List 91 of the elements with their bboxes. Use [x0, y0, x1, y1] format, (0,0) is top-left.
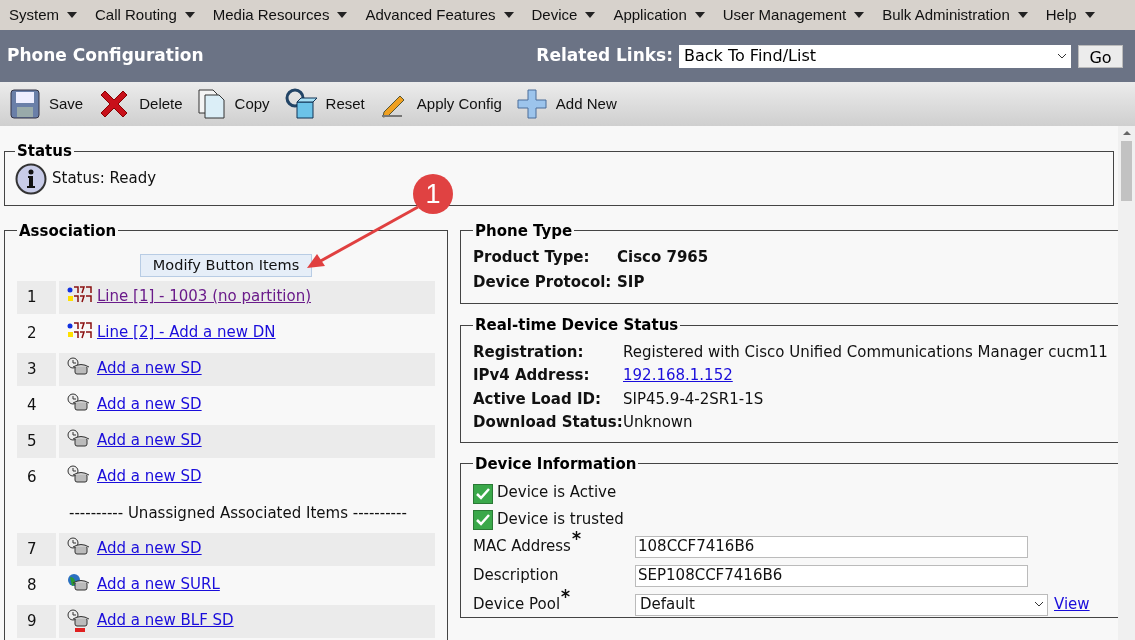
toolbar-button[interactable]: Add New: [516, 89, 617, 119]
item-link[interactable]: Add a new SD: [97, 465, 202, 488]
toolbar-button[interactable]: Apply Config: [379, 90, 502, 118]
item-link[interactable]: Add a new SD: [97, 357, 202, 380]
view-link[interactable]: View: [1054, 593, 1090, 616]
related-links-label: Related Links:: [536, 44, 673, 68]
caret-icon: [585, 12, 596, 18]
item-link[interactable]: Line [1] - 1003 (no partition): [97, 285, 311, 308]
item-link[interactable]: Add a new BLF SD: [97, 609, 234, 632]
item-number: 6: [26, 467, 38, 488]
section-legend: Real-time Device Status: [473, 314, 681, 337]
menu-item[interactable]: Advanced Features: [365, 3, 514, 27]
section-legend: Phone Type: [473, 219, 575, 242]
toolbar-button[interactable]: Copy: [197, 89, 270, 119]
related-links-dropdown[interactable]: Back To Find/List: [679, 44, 1071, 68]
item-number: 4: [26, 395, 38, 416]
item-link[interactable]: Add a new SURL: [97, 573, 220, 596]
field-label: IPv4 Address:: [473, 365, 591, 386]
menu-item[interactable]: Media Resources: [212, 3, 348, 27]
menu-item[interactable]: Help: [1045, 3, 1095, 27]
toolbar-button[interactable]: Save: [10, 89, 84, 119]
go-button[interactable]: Go: [1078, 44, 1123, 68]
scrollbar-thumb[interactable]: [1121, 141, 1132, 201]
item-link[interactable]: Add a new SD: [97, 429, 202, 452]
item-number: 3: [17, 353, 56, 386]
chevron-down-icon: [1035, 602, 1043, 607]
field-label: Device Pool: [473, 594, 561, 616]
field-value: Registered with Cisco Unified Communications Manager cucm11: [623, 341, 1108, 363]
caret-icon: [694, 12, 705, 18]
item-number: 2: [26, 323, 38, 344]
section-separator: ---------- Unassigned Associated Items ----------: [69, 503, 407, 525]
section-legend: Status: [15, 140, 74, 163]
plus-icon: [516, 89, 547, 119]
toolbar-button[interactable]: Delete: [98, 88, 183, 120]
field-label: Active Load ID:: [473, 388, 602, 410]
menu-item[interactable]: User Management: [722, 3, 865, 27]
section-legend: Association: [17, 219, 119, 242]
toolbar-button[interactable]: Reset: [284, 88, 365, 120]
annotation-badge: 1: [413, 174, 453, 214]
page-title: Phone Configuration: [7, 44, 205, 68]
text-field[interactable]: 108CCF7416B6: [635, 535, 1028, 558]
ip-address-link[interactable]: 192.168.1.152: [623, 364, 733, 387]
field-value: Unknown: [623, 412, 694, 433]
caret-icon: [184, 12, 195, 18]
field-value: SIP45.9-4-2SR1-1S: [623, 388, 765, 410]
item-number: 5: [17, 425, 56, 458]
text-field[interactable]: SEP108CCF7416B6: [635, 564, 1028, 587]
field-label: Device Protocol:: [473, 271, 613, 293]
line-icon: [67, 321, 95, 339]
copy-icon: [197, 89, 226, 119]
checkbox-label: Device is Active: [497, 482, 617, 503]
scroll-up-icon[interactable]: [1122, 130, 1131, 135]
item-number: 7: [17, 533, 56, 566]
scrollbar[interactable]: [1118, 126, 1135, 640]
caret-icon: [1084, 12, 1095, 18]
status-text: Status: Ready: [52, 168, 157, 190]
checkbox[interactable]: [473, 510, 493, 530]
field-label: MAC Address: [473, 536, 571, 558]
field-value: Cisco 7965: [617, 247, 710, 268]
field-label: Description: [473, 565, 559, 587]
info-icon: [15, 162, 47, 195]
line-icon: [67, 285, 95, 303]
item-link[interactable]: Line [2] - Add a new DN: [97, 321, 276, 344]
item-number: 8: [26, 575, 38, 596]
caret-icon: [854, 12, 865, 18]
item-link[interactable]: Add a new SD: [97, 393, 202, 416]
field-label: Product Type:: [473, 247, 591, 268]
dropdown-field[interactable]: Default: [635, 593, 1048, 616]
reset-icon: [284, 88, 317, 120]
item-number: 9: [17, 605, 56, 638]
item-link[interactable]: Add a new SD: [97, 537, 202, 560]
item-number: 1: [17, 281, 56, 314]
field-label: Download Status:: [473, 412, 623, 433]
caret-icon: [337, 12, 348, 18]
checkmark-icon: [476, 514, 490, 526]
menu-item[interactable]: System: [9, 3, 77, 27]
checkbox-label: Device is trusted: [497, 508, 624, 530]
section-legend: Device Information: [473, 452, 639, 475]
chevron-down-icon: [1058, 53, 1066, 59]
menu-item[interactable]: Bulk Administration: [882, 3, 1028, 27]
menu-item[interactable]: Application: [613, 3, 705, 27]
checkmark-icon: [476, 487, 490, 500]
modify-button-items-button[interactable]: Modify Button Items: [139, 254, 313, 277]
field-label: Registration:: [473, 341, 585, 363]
menu-item[interactable]: Call Routing: [95, 3, 195, 27]
caret-icon: [503, 12, 514, 18]
caret-icon: [67, 12, 77, 18]
checkbox[interactable]: [473, 483, 493, 504]
field-value: SIP: [617, 271, 646, 293]
menu-item[interactable]: Device: [531, 3, 596, 27]
caret-icon: [1017, 12, 1028, 18]
